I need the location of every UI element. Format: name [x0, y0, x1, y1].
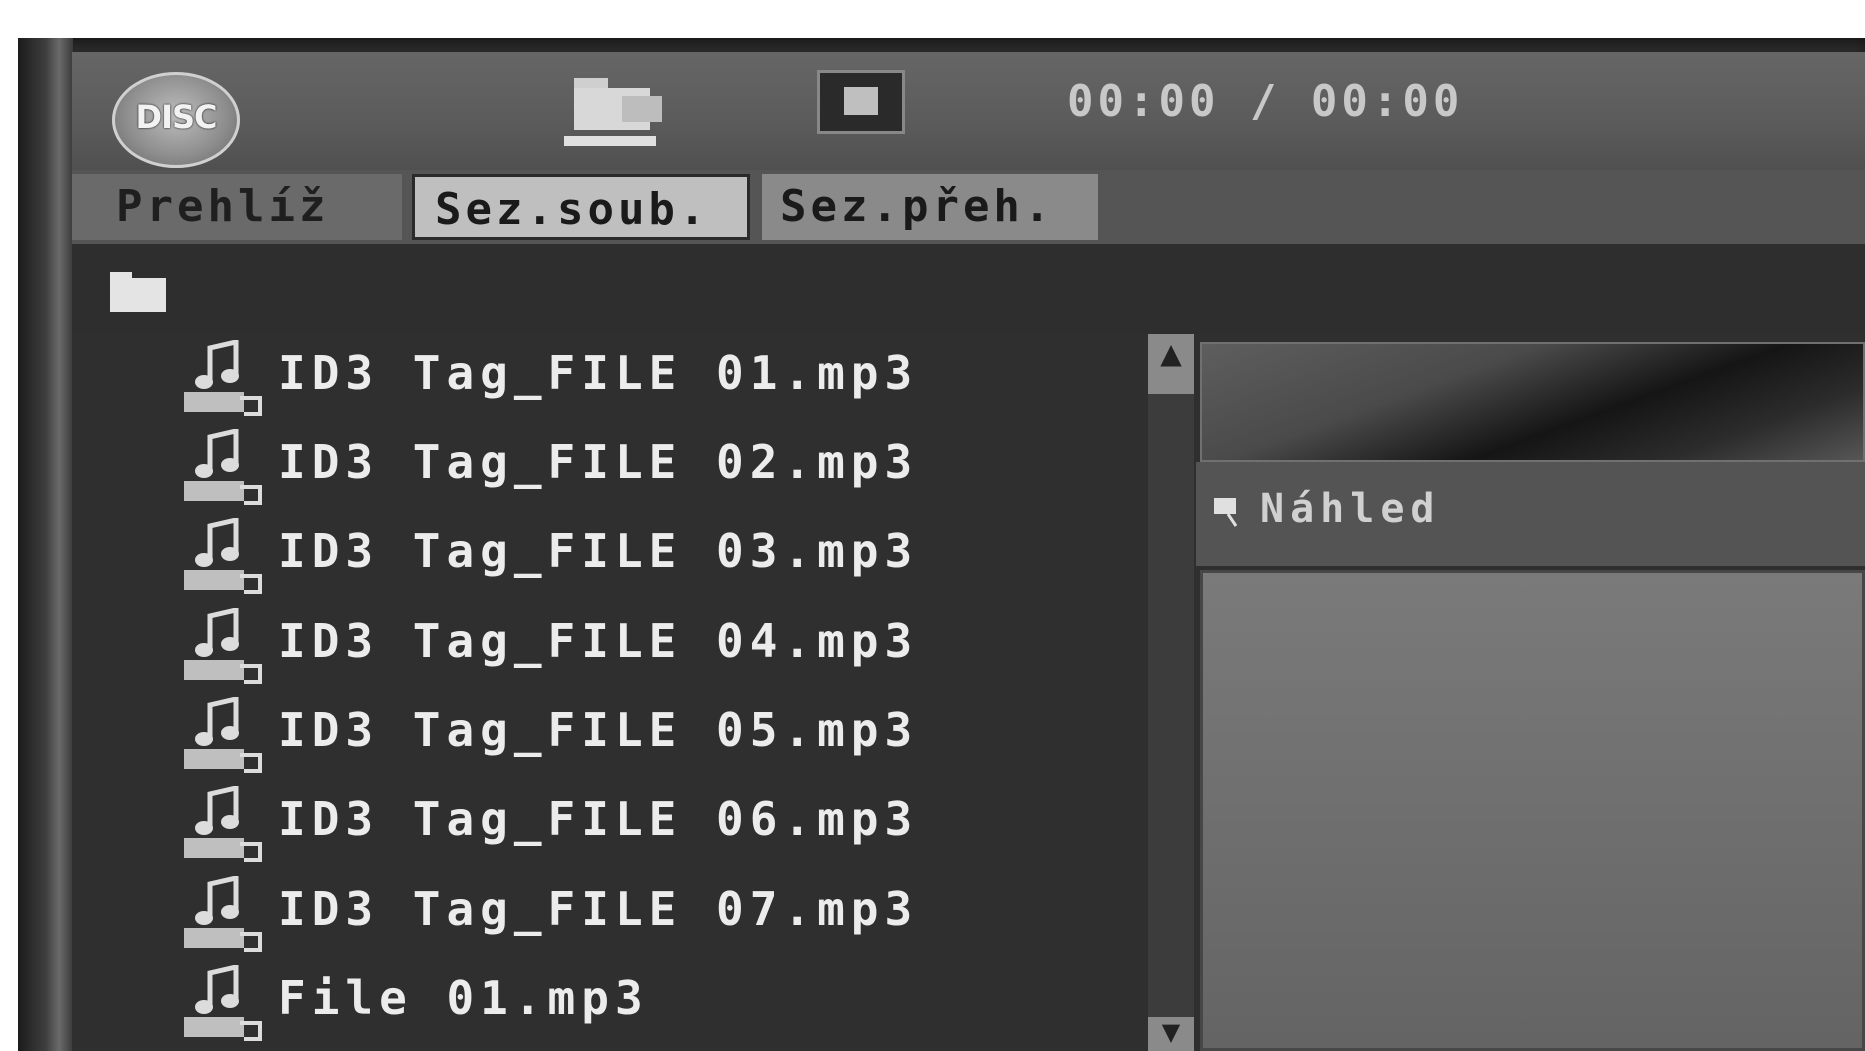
tab-playlist[interactable]: Sez.přeh. [762, 174, 1098, 240]
header-bar: DISC 00:00 / 00:00 [72, 52, 1865, 170]
preview-icon [1214, 498, 1238, 527]
tab-preview[interactable]: Prehlíž [72, 174, 402, 240]
file-name: ID3 Tag_FILE 06.mp3 [278, 792, 919, 846]
file-name: File 01.mp3 [278, 971, 649, 1025]
mp3-file-icon [184, 340, 262, 416]
mp3-file-icon [184, 965, 262, 1041]
tab-bar: Prehlíž Sez.soub. Sez.přeh. [72, 170, 1865, 244]
list-item[interactable]: ID3 Tag_FILE 03.mp3 [162, 512, 1042, 602]
list-item[interactable]: ID3 Tag_FILE 02.mp3 [162, 423, 1042, 513]
file-name: ID3 Tag_FILE 01.mp3 [278, 346, 919, 400]
folder-icon[interactable] [562, 66, 672, 156]
stop-icon[interactable] [817, 70, 905, 134]
tab-file-list[interactable]: Sez.soub. [412, 174, 750, 240]
mp3-file-icon [184, 786, 262, 862]
disc-icon: DISC [112, 72, 240, 168]
info-panel [1200, 342, 1865, 462]
scroll-up-button[interactable]: ▲ [1148, 334, 1194, 394]
scrollbar[interactable]: ▲ ▼ [1148, 334, 1194, 1051]
scroll-down-button[interactable]: ▼ [1148, 1017, 1194, 1051]
tv-bezel [18, 38, 73, 1051]
list-item[interactable]: ID3 Tag_FILE 05.mp3 [162, 691, 1042, 781]
list-item[interactable]: ID3 Tag_FILE 04.mp3 [162, 602, 1042, 692]
file-name: ID3 Tag_FILE 05.mp3 [278, 703, 919, 757]
mp3-file-icon [184, 518, 262, 594]
mp3-file-icon [184, 608, 262, 684]
file-name: ID3 Tag_FILE 02.mp3 [278, 435, 919, 489]
preview-header: Náhled [1196, 462, 1865, 566]
folder-icon[interactable] [110, 272, 166, 312]
mp3-file-icon [184, 876, 262, 952]
file-name: ID3 Tag_FILE 07.mp3 [278, 882, 919, 936]
file-name: ID3 Tag_FILE 04.mp3 [278, 614, 919, 668]
preview-label: Náhled [1260, 486, 1441, 532]
path-row [72, 244, 1865, 334]
list-item[interactable]: ID3 Tag_FILE 07.mp3 [162, 870, 1042, 960]
preview-area [1200, 570, 1865, 1051]
file-name: ID3 Tag_FILE 03.mp3 [278, 524, 919, 578]
list-item[interactable]: ID3 Tag_FILE 01.mp3 [162, 334, 1042, 424]
disc-logo-text: DISC [135, 98, 218, 136]
file-list: ID3 Tag_FILE 01.mp3 ID3 Tag_FILE 02.mp3 … [162, 334, 1042, 1051]
time-display: 00:00 / 00:00 [1067, 76, 1464, 127]
media-browser-panel: DISC 00:00 / 00:00 Prehlíž Sez.soub. Sez… [72, 52, 1865, 1051]
mp3-file-icon [184, 697, 262, 773]
list-item[interactable]: File 01.mp3 [162, 959, 1042, 1049]
list-item[interactable]: ID3 Tag_FILE 06.mp3 [162, 780, 1042, 870]
mp3-file-icon [184, 429, 262, 505]
